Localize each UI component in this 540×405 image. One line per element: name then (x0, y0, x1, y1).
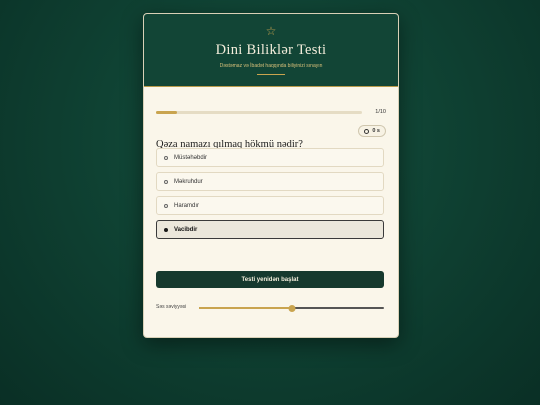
progress-row: 1/10 (156, 109, 386, 117)
volume-slider-handle[interactable] (288, 304, 295, 312)
timer-badge: 0 s (358, 125, 386, 137)
radio-icon (164, 155, 168, 160)
page-title: Dini Biliklər Testi (215, 42, 327, 58)
header-divider (257, 74, 285, 75)
radio-icon (164, 227, 168, 232)
radio-icon (164, 179, 168, 184)
star-outline-icon: ☆ (265, 24, 277, 38)
volume-slider[interactable] (199, 304, 384, 312)
answer-option[interactable]: Vacibdir (156, 220, 384, 239)
volume-label: Səs səviyyəsi (156, 304, 187, 310)
progress-bar-fill (156, 111, 177, 114)
quiz-card: ☆ Dini Biliklər Testi Dəstəmaz və İbadət… (143, 13, 399, 338)
answer-option-label: Məkruhdur (174, 178, 203, 185)
restart-test-button[interactable]: Testi yenidən başlat (156, 271, 384, 288)
answer-option-label: Vacibdir (174, 226, 198, 233)
page-subtitle: Dəstəmaz və İbadət haqqında biliyinizi s… (219, 63, 323, 69)
volume-control: Səs səviyyəsi (156, 303, 386, 313)
answer-option-label: Müstəhəbdir (174, 154, 208, 161)
progress-bar (156, 111, 362, 114)
answer-option[interactable]: Məkruhdur (156, 172, 384, 191)
answer-option-label: Haramdır (174, 202, 200, 209)
quiz-header: ☆ Dini Biliklər Testi Dəstəmaz və İbadət… (144, 14, 398, 87)
answer-option[interactable]: Müstəhəbdir (156, 148, 384, 167)
radio-icon (164, 203, 168, 208)
clock-icon (364, 128, 370, 134)
timer-label: 0 s (372, 128, 380, 134)
volume-slider-fill (199, 307, 292, 309)
question-counter: 1/10 (375, 109, 386, 115)
answer-option[interactable]: Haramdır (156, 196, 384, 215)
